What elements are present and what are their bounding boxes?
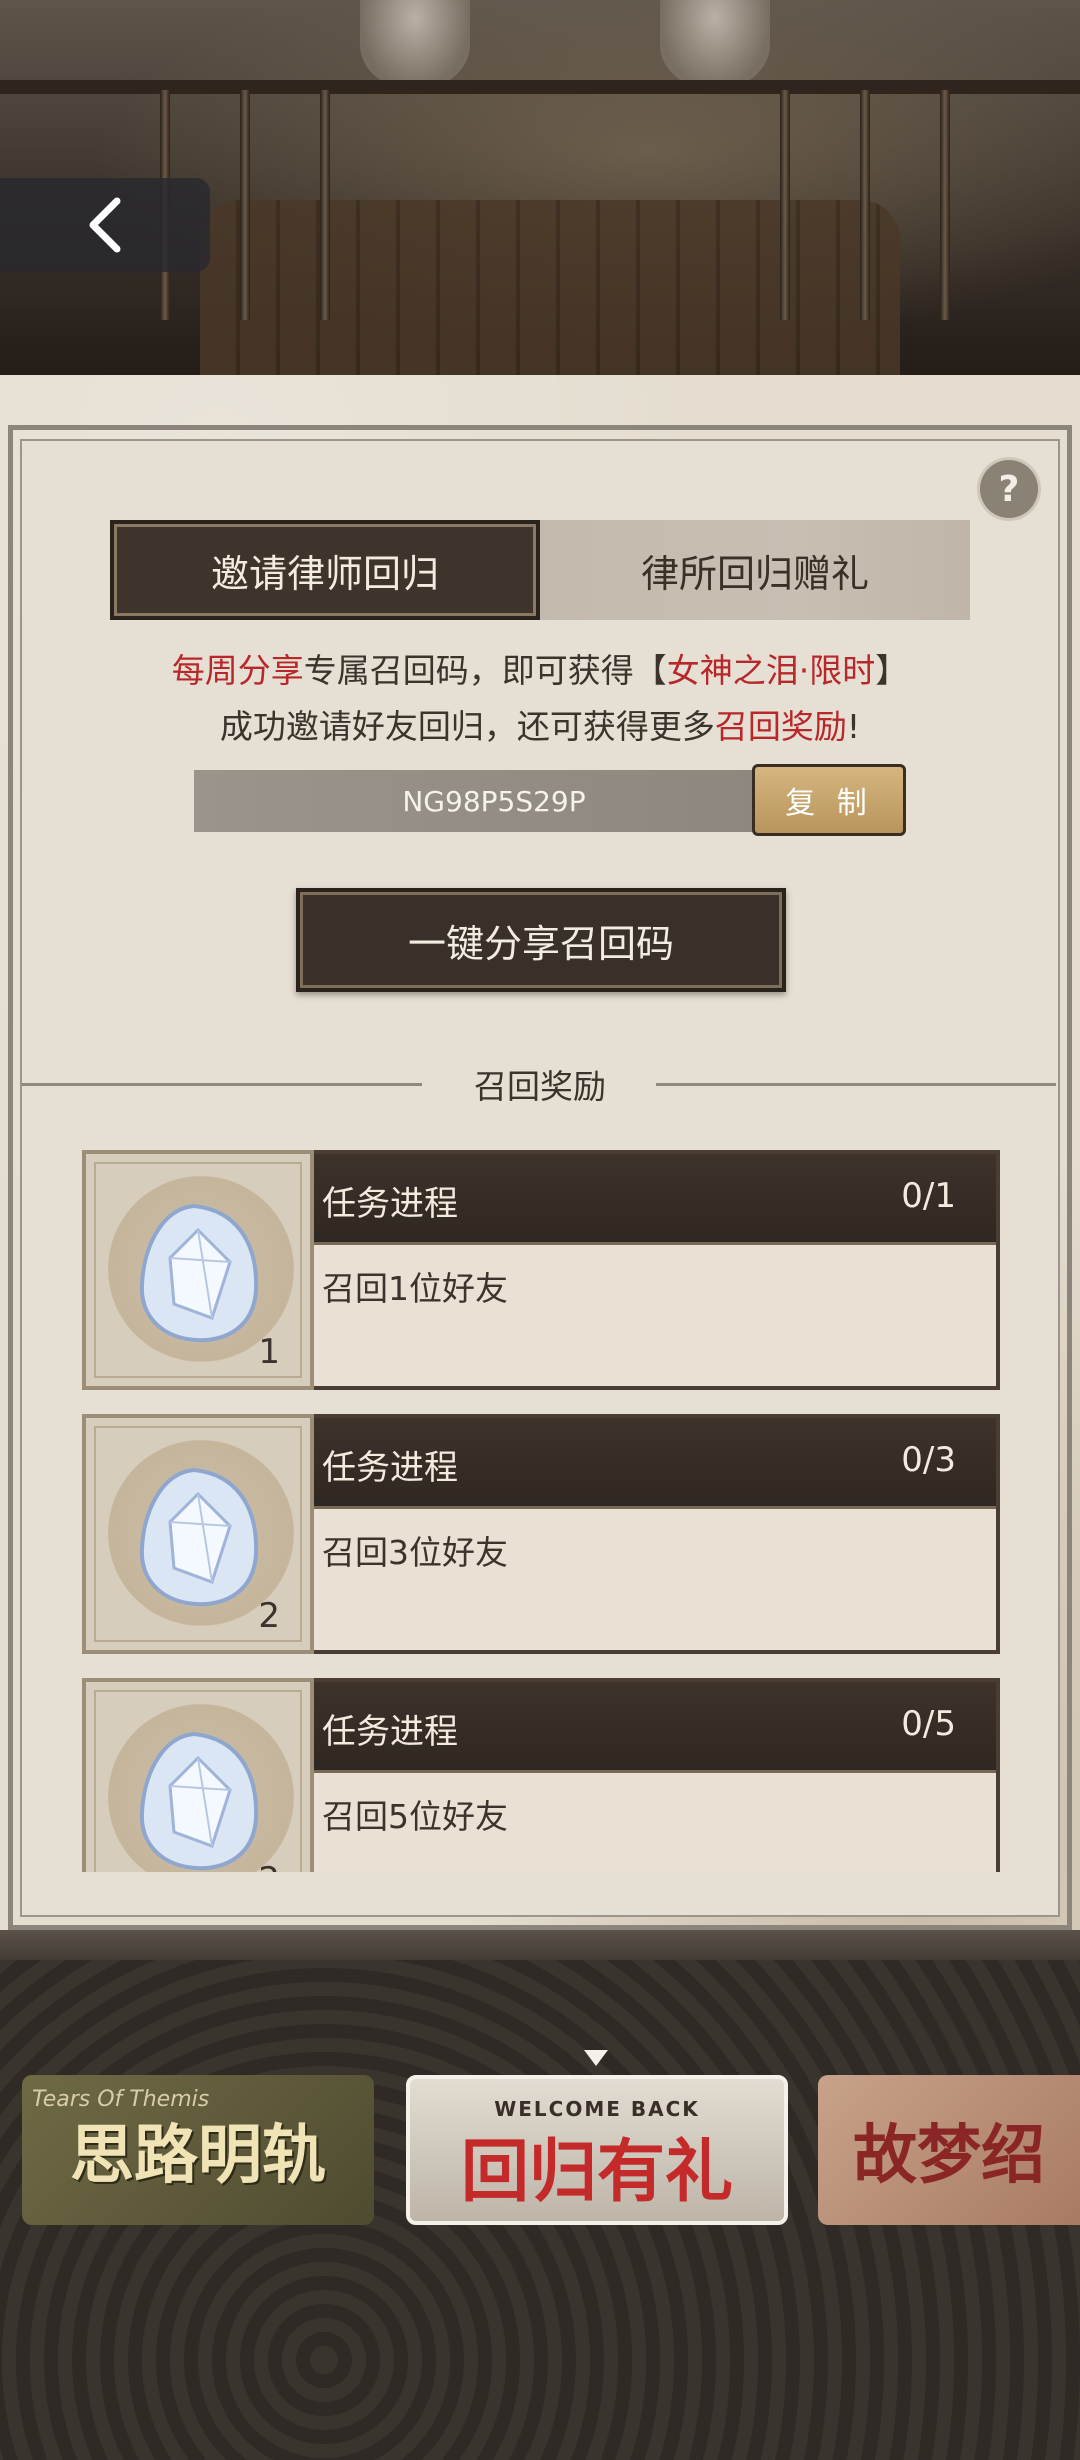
reward-count: 2 — [258, 1596, 280, 1636]
reward-details: 任务进程 0/5 召回5位好友 — [314, 1678, 1000, 1872]
reward-item-slot[interactable]: 2 — [82, 1678, 314, 1872]
railing-post — [320, 90, 330, 320]
reward-title: 任务进程 — [322, 1448, 458, 1488]
chevron-left-icon — [89, 197, 121, 253]
banner-title: 回归有礼 — [460, 2131, 733, 2212]
reward-card: 2 任务进程 0/5 召回5位好友 — [82, 1678, 1000, 1872]
description-text: 专属召回码，即可获得【 — [303, 651, 667, 690]
banner-title: 故梦绍 — [853, 2118, 1045, 2193]
section-title: 召回奖励 — [474, 1067, 606, 1106]
recall-code-value: NG98P5S29P — [402, 784, 586, 818]
reward-progress: 0/3 — [901, 1440, 956, 1480]
help-button[interactable]: ? — [980, 460, 1038, 518]
reward-details: 任务进程 0/3 召回3位好友 — [314, 1414, 1000, 1654]
goddess-tear-gem-icon — [139, 1731, 259, 1871]
reward-progress: 0/1 — [901, 1176, 956, 1216]
event-banner-1[interactable]: Tears Of Themis 思路明轨 — [22, 2075, 374, 2225]
rewards-list[interactable]: 1 任务进程 0/1 召回1位好友 2 任务进程 0/3 召回3位好友 任务进程… — [0, 1140, 1080, 1872]
railing-post — [780, 90, 790, 320]
share-recall-code-button[interactable]: 一键分享召回码 — [296, 888, 786, 992]
reward-title: 任务进程 — [322, 1712, 458, 1752]
reward-task: 召回1位好友 — [322, 1269, 508, 1308]
description-text: ! — [846, 707, 861, 746]
chandelier-decoration — [360, 0, 470, 90]
reward-item-slot[interactable]: 2 — [82, 1414, 314, 1654]
reward-item-slot[interactable]: 1 — [82, 1150, 314, 1390]
copy-button[interactable]: 复 制 — [752, 764, 906, 836]
reward-header: 任务进程 0/3 — [314, 1418, 996, 1509]
goddess-tear-gem-icon — [139, 1203, 259, 1343]
description-text: 成功邀请好友回归，还可获得更多 — [219, 707, 715, 746]
highlight-text: 每周分享 — [171, 651, 304, 690]
reward-task: 召回3位好友 — [322, 1533, 508, 1572]
tab-invite-lawyer-return[interactable]: 邀请律师回归 — [110, 520, 540, 620]
share-button-label: 一键分享召回码 — [407, 921, 674, 966]
event-banner-2[interactable]: WELCOME BACK 回归有礼 — [406, 2075, 788, 2225]
question-icon: ? — [998, 468, 1020, 510]
back-button[interactable] — [0, 178, 210, 272]
reward-card: 1 任务进程 0/1 召回1位好友 — [82, 1150, 1000, 1390]
reward-progress: 0/5 — [901, 1704, 956, 1744]
railing-post — [240, 90, 250, 320]
event-banner-3[interactable]: 故梦绍 — [818, 2075, 1080, 2225]
tab-firm-return-gift[interactable]: 律所回归赠礼 — [540, 520, 970, 620]
selected-pointer-icon — [584, 2050, 608, 2066]
reward-task: 召回5位好友 — [322, 1797, 508, 1836]
reward-count: 1 — [258, 1332, 280, 1372]
banner-subtitle: WELCOME BACK — [494, 2097, 700, 2121]
description-text: 】 — [875, 651, 909, 690]
tab-label: 邀请律师回归 — [210, 551, 439, 596]
chandelier-decoration — [660, 0, 770, 90]
goddess-tear-gem-icon — [139, 1467, 259, 1607]
description-line-2: 成功邀请好友回归，还可获得更多召回奖励! — [0, 700, 1080, 748]
reward-details: 任务进程 0/1 召回1位好友 — [314, 1150, 1000, 1390]
railing-post — [860, 90, 870, 320]
banner-subtitle: Tears Of Themis — [32, 2087, 210, 2112]
reward-card: 2 任务进程 0/3 召回3位好友 — [82, 1414, 1000, 1654]
reward-count: 2 — [258, 1860, 280, 1872]
reward-header: 任务进程 0/5 — [314, 1682, 996, 1773]
reward-title: 任务进程 — [322, 1184, 458, 1224]
reward-header: 任务进程 0/1 — [314, 1154, 996, 1245]
banner-title: 思路明轨 — [70, 2118, 326, 2193]
tab-label: 律所回归赠礼 — [640, 551, 869, 596]
recall-code-field[interactable]: NG98P5S29P — [194, 770, 754, 832]
highlight-text: 召回奖励 — [714, 707, 847, 746]
background-barrel — [200, 200, 900, 380]
copy-button-label: 复 制 — [785, 786, 873, 821]
highlight-text: 女神之泪·限时 — [666, 651, 876, 690]
description-line-1: 每周分享专属召回码，即可获得【女神之泪·限时】 — [0, 644, 1080, 692]
railing-post — [940, 90, 950, 320]
